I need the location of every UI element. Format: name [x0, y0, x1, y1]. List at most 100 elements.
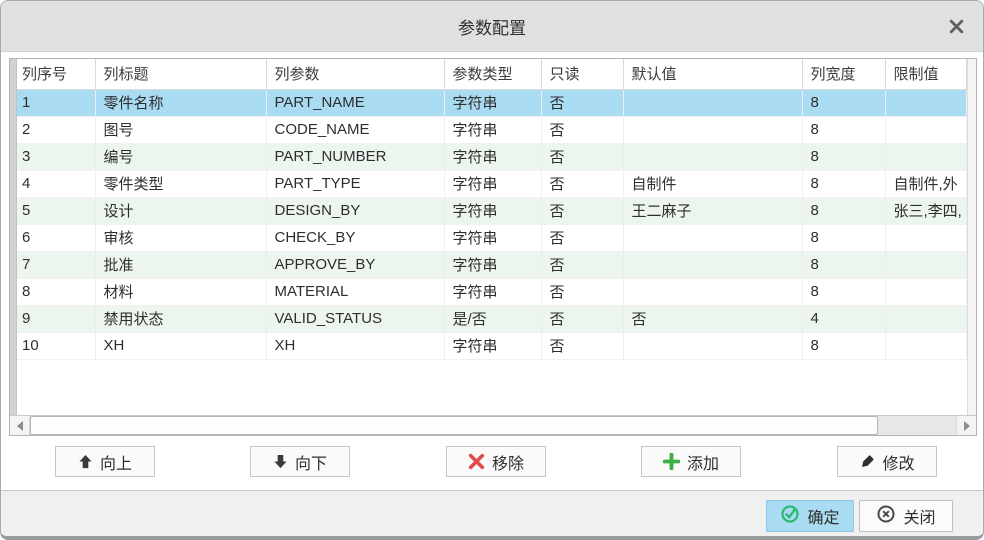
cell-r2-c5 — [623, 116, 802, 143]
header-cell-3: 参数类型 — [444, 59, 541, 89]
ok-label: 确定 — [807, 504, 839, 528]
table-row-4[interactable]: 4零件类型PART_TYPE字符串否自制件8自制件,外 — [17, 170, 967, 197]
cell-r8-c3: 字符串 — [444, 278, 541, 305]
modify-button[interactable]: 修改 — [837, 446, 937, 477]
row-header-strip — [10, 59, 17, 415]
table-row-3[interactable]: 3编号PART_NUMBER字符串否8 — [17, 143, 967, 170]
cell-r4-c3: 字符串 — [444, 170, 541, 197]
scroll-left-arrow-icon[interactable] — [10, 416, 30, 435]
cell-r10-c3: 字符串 — [444, 332, 541, 359]
parameter-config-dialog: 参数配置 列序号列标题列参数参数类型只读默认值列宽度限制值 1零件名称PART — [0, 0, 984, 540]
cell-r2-c1: 图号 — [95, 116, 266, 143]
cell-r4-c4: 否 — [541, 170, 623, 197]
cell-r1-c4: 否 — [541, 89, 623, 116]
cell-r7-c5 — [623, 251, 802, 278]
cell-r10-c5 — [623, 332, 802, 359]
parameter-table-widget: 列序号列标题列参数参数类型只读默认值列宽度限制值 1零件名称PART_NAME字… — [9, 58, 977, 436]
cell-r4-c5: 自制件 — [623, 170, 802, 197]
param-table: 列序号列标题列参数参数类型只读默认值列宽度限制值 1零件名称PART_NAME字… — [17, 59, 967, 360]
scroll-right-arrow-icon[interactable] — [956, 416, 976, 435]
modify-label: 修改 — [882, 450, 914, 474]
cell-r1-c3: 字符串 — [444, 89, 541, 116]
cell-r3-c2: PART_NUMBER — [266, 143, 444, 170]
horizontal-scrollbar — [10, 415, 976, 435]
cell-r4-c6: 8 — [802, 170, 885, 197]
cell-r2-c6: 8 — [802, 116, 885, 143]
cell-r9-c2: VALID_STATUS — [266, 305, 444, 332]
cell-r6-c7 — [885, 224, 967, 251]
move-up-button[interactable]: 向上 — [55, 446, 155, 477]
arrow-down-icon — [273, 454, 288, 469]
cell-r5-c0: 5 — [17, 197, 95, 224]
cell-r3-c3: 字符串 — [444, 143, 541, 170]
cell-r2-c7 — [885, 116, 967, 143]
cell-r1-c6: 8 — [802, 89, 885, 116]
cell-r5-c2: DESIGN_BY — [266, 197, 444, 224]
circle-x-icon — [876, 504, 896, 529]
table-row-9[interactable]: 9禁用状态VALID_STATUS是/否否否4 — [17, 305, 967, 332]
table-row-5[interactable]: 5设计DESIGN_BY字符串否王二麻子8张三,李四, — [17, 197, 967, 224]
cell-r7-c0: 7 — [17, 251, 95, 278]
cell-r2-c4: 否 — [541, 116, 623, 143]
table-row-6[interactable]: 6审核CHECK_BY字符串否8 — [17, 224, 967, 251]
cell-r9-c0: 9 — [17, 305, 95, 332]
ok-button[interactable]: 确定 — [766, 500, 854, 532]
cell-r6-c2: CHECK_BY — [266, 224, 444, 251]
cell-r6-c1: 审核 — [95, 224, 266, 251]
cell-r1-c7 — [885, 89, 967, 116]
vertical-scrollbar[interactable] — [967, 59, 976, 415]
cell-r4-c7: 自制件,外 — [885, 170, 967, 197]
cell-r3-c5 — [623, 143, 802, 170]
cell-r5-c5: 王二麻子 — [623, 197, 802, 224]
scrollbar-track[interactable] — [30, 416, 956, 435]
cell-r10-c7 — [885, 332, 967, 359]
close-button[interactable]: 关闭 — [859, 500, 953, 532]
cell-r10-c2: XH — [266, 332, 444, 359]
header-cell-1: 列标题 — [95, 59, 266, 89]
cell-r3-c1: 编号 — [95, 143, 266, 170]
header-cell-2: 列参数 — [266, 59, 444, 89]
cell-r5-c6: 8 — [802, 197, 885, 224]
cell-r10-c4: 否 — [541, 332, 623, 359]
cell-r7-c7 — [885, 251, 967, 278]
header-row: 列序号列标题列参数参数类型只读默认值列宽度限制值 — [17, 59, 967, 89]
red-x-icon — [468, 453, 485, 470]
cell-r3-c6: 8 — [802, 143, 885, 170]
cell-r6-c4: 否 — [541, 224, 623, 251]
action-button-row: 向上 向下 移除 添加 — [1, 446, 984, 478]
header-cell-5: 默认值 — [623, 59, 802, 89]
cell-r9-c1: 禁用状态 — [95, 305, 266, 332]
table-row-2[interactable]: 2图号CODE_NAME字符串否8 — [17, 116, 967, 143]
cell-r8-c6: 8 — [802, 278, 885, 305]
table-row-10[interactable]: 10XHXH字符串否8 — [17, 332, 967, 359]
cell-r9-c6: 4 — [802, 305, 885, 332]
pencil-icon — [859, 454, 875, 470]
cell-r1-c5 — [623, 89, 802, 116]
cell-r5-c3: 字符串 — [444, 197, 541, 224]
cell-r9-c3: 是/否 — [444, 305, 541, 332]
close-icon[interactable] — [945, 15, 967, 37]
scrollbar-thumb[interactable] — [30, 416, 878, 435]
move-down-button[interactable]: 向下 — [250, 446, 350, 477]
cell-r2-c2: CODE_NAME — [266, 116, 444, 143]
cell-r7-c4: 否 — [541, 251, 623, 278]
table-row-1[interactable]: 1零件名称PART_NAME字符串否8 — [17, 89, 967, 116]
cell-r6-c0: 6 — [17, 224, 95, 251]
add-button[interactable]: 添加 — [641, 446, 741, 477]
cell-r7-c1: 批准 — [95, 251, 266, 278]
add-label: 添加 — [687, 450, 719, 474]
cell-r8-c4: 否 — [541, 278, 623, 305]
table-row-7[interactable]: 7批准APPROVE_BY字符串否8 — [17, 251, 967, 278]
dialog-title: 参数配置 — [458, 14, 526, 39]
remove-button[interactable]: 移除 — [446, 446, 546, 477]
cell-r7-c6: 8 — [802, 251, 885, 278]
table-row-8[interactable]: 8材料MATERIAL字符串否8 — [17, 278, 967, 305]
cell-r8-c0: 8 — [17, 278, 95, 305]
cell-r1-c2: PART_NAME — [266, 89, 444, 116]
cell-r3-c0: 3 — [17, 143, 95, 170]
titlebar: 参数配置 — [1, 1, 983, 52]
cell-r1-c1: 零件名称 — [95, 89, 266, 116]
cell-r9-c7 — [885, 305, 967, 332]
check-circle-icon — [780, 504, 800, 529]
remove-label: 移除 — [492, 450, 524, 474]
